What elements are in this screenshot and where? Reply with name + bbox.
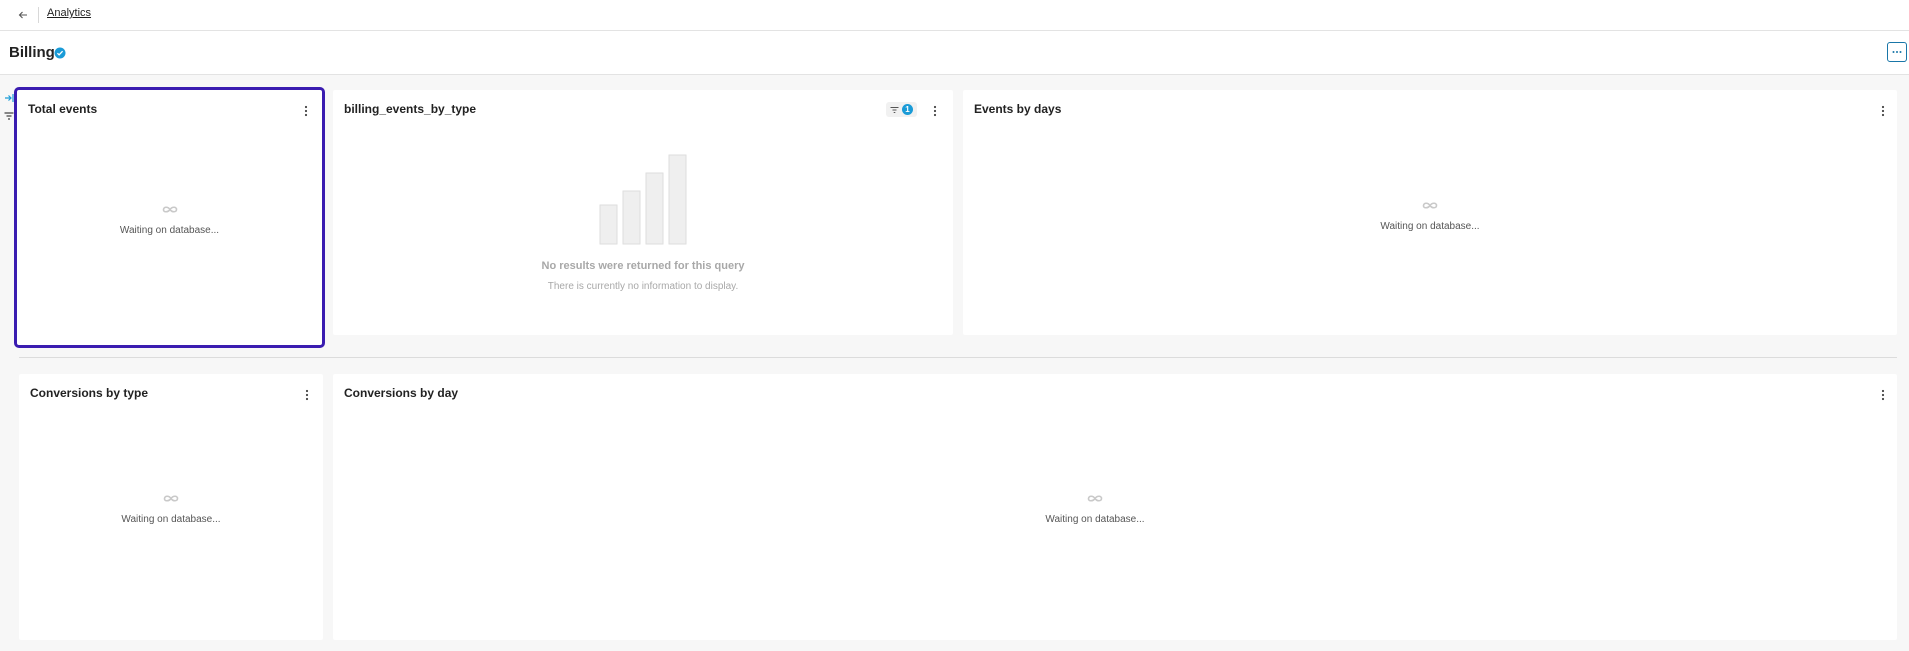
- vertical-dots-icon: [304, 105, 308, 117]
- card-title: Conversions by type: [30, 386, 149, 400]
- vertical-dots-icon: [933, 105, 937, 117]
- loading-text: Waiting on database...: [1380, 221, 1480, 232]
- card-conversions-by-day[interactable]: Conversions by day Waiting on database..…: [333, 374, 1897, 640]
- loading-text: Waiting on database...: [121, 514, 221, 525]
- vertical-dots-icon: [1881, 389, 1885, 401]
- loading-text: Waiting on database...: [1045, 514, 1145, 525]
- card-menu-button[interactable]: [1877, 387, 1889, 403]
- topbar-divider: [38, 7, 39, 23]
- loading-state: Waiting on database...: [17, 205, 322, 238]
- vertical-dots-icon: [1881, 105, 1885, 117]
- card-menu-button[interactable]: [301, 387, 313, 403]
- empty-state: No results were returned for this query …: [333, 153, 953, 292]
- infinity-spinner-icon: [163, 495, 179, 502]
- card-events-by-days[interactable]: Events by days Waiting on database...: [963, 90, 1897, 335]
- card-title: Total events: [28, 102, 98, 116]
- top-bar: Analytics: [0, 0, 1909, 31]
- page-title: Billing: [9, 44, 55, 61]
- card-title: Events by days: [974, 102, 1062, 116]
- card-menu-button[interactable]: [300, 103, 312, 119]
- loading-state: Waiting on database...: [19, 494, 323, 527]
- loading-text: Waiting on database...: [119, 225, 220, 236]
- ellipsis-icon: [1892, 51, 1902, 53]
- verified-badge-icon: [54, 47, 66, 59]
- empty-state-title: No results were returned for this query: [541, 260, 745, 272]
- filter-count-badge: 1: [902, 104, 913, 115]
- side-toolbar: [3, 92, 15, 128]
- infinity-spinner-icon: [162, 206, 177, 213]
- collapse-panel-icon[interactable]: [3, 92, 15, 104]
- card-total-events[interactable]: Total events Waiting on database...: [14, 87, 325, 348]
- filter-chip[interactable]: 1: [886, 102, 917, 117]
- card-menu-button[interactable]: [929, 103, 941, 119]
- empty-bar-chart-icon: [599, 154, 687, 245]
- card-conversions-by-type[interactable]: Conversions by type Waiting on database.…: [19, 374, 323, 640]
- card-billing-events-by-type[interactable]: billing_events_by_type 1 No results were…: [333, 90, 953, 335]
- arrow-left-icon: [18, 11, 27, 19]
- empty-state-subtitle: There is currently no information to dis…: [547, 281, 739, 292]
- vertical-dots-icon: [305, 389, 309, 401]
- more-options-button[interactable]: [1887, 42, 1907, 62]
- loading-state: Waiting on database...: [963, 201, 1897, 234]
- back-button[interactable]: [12, 5, 34, 25]
- breadcrumb-analytics[interactable]: Analytics: [47, 7, 91, 19]
- section-divider: [19, 357, 1897, 358]
- filter-icon: [890, 106, 899, 113]
- card-title: Conversions by day: [344, 386, 459, 400]
- card-menu-button[interactable]: [1877, 103, 1889, 119]
- filter-icon[interactable]: [3, 110, 15, 122]
- card-title: billing_events_by_type: [344, 102, 477, 116]
- infinity-spinner-icon: [1087, 495, 1103, 502]
- dashboard-header: Billing: [0, 31, 1909, 75]
- loading-state: Waiting on database...: [313, 494, 1877, 527]
- infinity-spinner-icon: [1422, 202, 1438, 209]
